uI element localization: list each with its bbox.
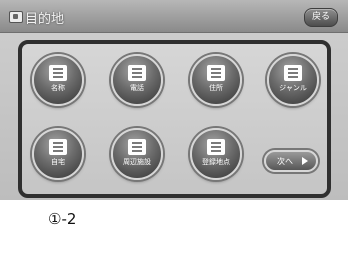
nearby-facilities-button[interactable]: 周辺施設 [111,128,163,180]
next-page-button[interactable]: 次へ [264,150,318,172]
next-page-label: 次へ [277,157,293,166]
menu-item-label: ジャンル [279,84,307,92]
name-search-button[interactable]: 名称 [32,54,84,106]
destination-menu-panel: 名称 電話 住所 ジャンル 自宅 周辺施設 登録地点 次へ [18,40,331,198]
title-bar: 目的地 戻る [0,0,348,33]
genre-search-icon [284,65,302,81]
address-search-icon [207,65,225,81]
menu-item-label: 名称 [51,84,65,92]
navigation-screen: 目的地 戻る 名称 電話 住所 ジャンル 自宅 周辺施設 登録地点 次へ [0,0,348,200]
menu-item-label: 電話 [130,84,144,92]
address-search-button[interactable]: 住所 [190,54,242,106]
phone-search-button[interactable]: 電話 [111,54,163,106]
menu-item-label: 周辺施設 [123,158,151,166]
genre-search-button[interactable]: ジャンル [267,54,319,106]
registered-points-icon [207,139,225,155]
menu-item-label: 住所 [209,84,223,92]
home-button[interactable]: 自宅 [32,128,84,180]
nearby-facilities-icon [128,139,146,155]
screen-title: 目的地 [25,12,65,27]
menu-item-label: 自宅 [51,158,65,166]
home-icon [49,139,67,155]
name-search-icon [49,65,67,81]
phone-search-icon [128,65,146,81]
menu-item-label: 登録地点 [202,158,230,166]
instruction-callout: ①-2 [48,210,77,228]
back-button[interactable]: 戻る [304,8,338,27]
registered-points-button[interactable]: 登録地点 [190,128,242,180]
play-arrow-icon [302,157,308,165]
destination-icon [9,11,23,23]
